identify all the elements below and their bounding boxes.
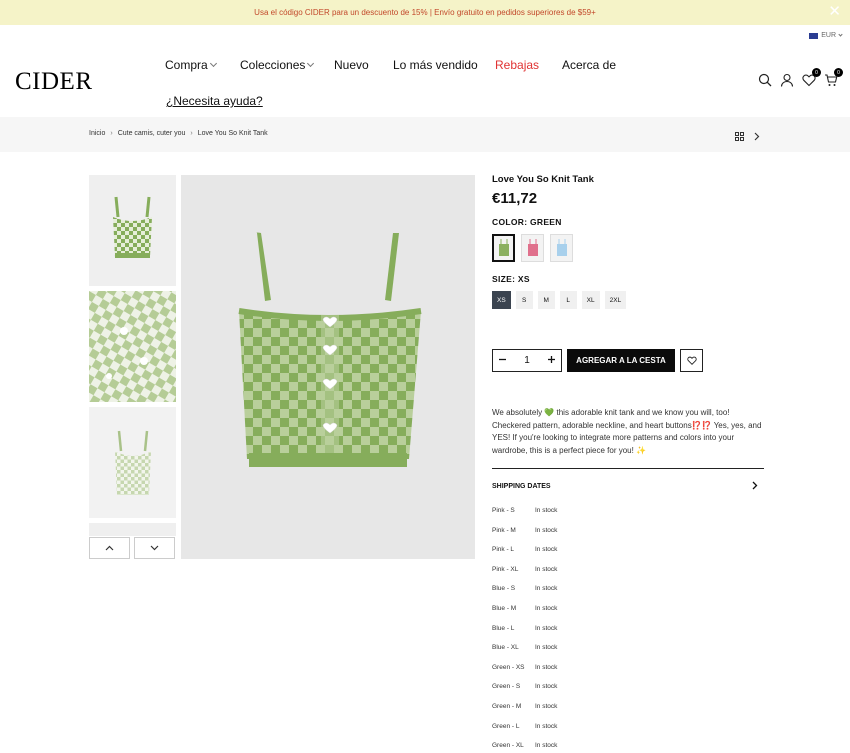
chevron-down-icon bbox=[209, 59, 217, 68]
shipping-dates-toggle[interactable]: SHIPPING DATES bbox=[492, 481, 758, 492]
product-price: €11,72 bbox=[492, 190, 538, 207]
breadcrumb-current: Love You So Knit Tank bbox=[197, 130, 268, 137]
breadcrumb-home[interactable]: Inicio bbox=[89, 130, 105, 137]
thumbnail-navigation bbox=[89, 537, 179, 559]
currency-selector[interactable]: EUR bbox=[809, 31, 843, 39]
chevron-right-icon bbox=[752, 481, 758, 492]
chevron-down-icon bbox=[838, 31, 843, 37]
list-item: Green - M In stock bbox=[492, 703, 558, 710]
list-item: Green - XS In stock bbox=[492, 663, 558, 671]
nav-item-colecciones[interactable]: Colecciones bbox=[240, 58, 315, 72]
quantity-value[interactable]: 1 bbox=[524, 355, 530, 366]
list-item: Pink - L In stock bbox=[492, 546, 558, 554]
eu-flag-icon bbox=[809, 32, 819, 39]
nav-item-mas-vendido[interactable]: Lo más vendido bbox=[393, 58, 478, 72]
help-link[interactable]: ¿Necesita ayuda? bbox=[166, 94, 263, 108]
size-option-2xl[interactable]: 2XL bbox=[604, 291, 627, 309]
chevron-right-icon: › bbox=[190, 130, 193, 137]
cart-count-badge: 0 bbox=[834, 68, 843, 77]
add-to-cart-row: 1 AGREGAR A LA CESTA bbox=[492, 349, 703, 372]
breadcrumb-collection[interactable]: Cute camis, cuter you bbox=[118, 130, 186, 137]
main-product-image[interactable] bbox=[181, 175, 475, 559]
thumbnail-4[interactable] bbox=[89, 523, 176, 536]
user-icon[interactable] bbox=[780, 73, 794, 87]
list-item: Blue - XL In stock bbox=[492, 644, 558, 652]
breadcrumb-bar: Inicio › Cute camis, cuter you › Love Yo… bbox=[0, 117, 850, 152]
size-option-l[interactable]: L bbox=[559, 291, 577, 309]
size-label: SIZE: XS bbox=[492, 274, 530, 284]
size-option-m[interactable]: M bbox=[537, 291, 555, 309]
list-item: Green - XL In stock bbox=[492, 742, 558, 750]
heart-icon[interactable] bbox=[680, 349, 703, 372]
product-title: Love You So Knit Tank bbox=[492, 174, 594, 185]
list-item: Pink - XL In stock bbox=[492, 565, 558, 573]
thumbnail-2[interactable] bbox=[89, 291, 176, 402]
add-to-cart-button[interactable]: AGREGAR A LA CESTA bbox=[567, 349, 675, 372]
list-item: Blue - S In stock bbox=[492, 585, 558, 593]
next-product-icon[interactable] bbox=[754, 128, 760, 146]
thumbnail-3[interactable] bbox=[89, 407, 176, 518]
search-icon[interactable] bbox=[758, 73, 772, 87]
thumbnail-1[interactable] bbox=[89, 175, 176, 286]
divider bbox=[492, 468, 764, 469]
color-swatch-pink[interactable] bbox=[521, 234, 544, 262]
list-item: Pink - S In stock bbox=[492, 507, 558, 514]
nav-item-label: Acerca de bbox=[562, 58, 617, 72]
list-item: Blue - M In stock bbox=[492, 605, 558, 612]
thumbnail-next-button[interactable] bbox=[134, 537, 175, 559]
list-item: Blue - L In stock bbox=[492, 624, 558, 632]
chevron-down-icon bbox=[307, 59, 315, 68]
shipping-dates-label: SHIPPING DATES bbox=[492, 483, 551, 490]
size-option-s[interactable]: S bbox=[515, 291, 533, 309]
color-swatches bbox=[492, 234, 764, 262]
close-icon[interactable]: ✕ bbox=[828, 4, 841, 19]
nav-item-label: Lo más vendido bbox=[393, 58, 478, 72]
color-label: COLOR: GREEN bbox=[492, 217, 562, 227]
nav-item-compra[interactable]: Compra bbox=[165, 58, 217, 72]
promo-text: Usa el código CIDER para un descuento de… bbox=[254, 8, 596, 17]
thumbnail-gallery bbox=[89, 175, 176, 541]
nav-item-label: Nuevo bbox=[334, 58, 369, 72]
header-icons: 0 0 bbox=[758, 68, 843, 87]
nav-item-label: Compra bbox=[165, 58, 208, 72]
currency-code: EUR bbox=[821, 32, 836, 39]
list-item: Green - S In stock bbox=[492, 683, 558, 691]
nav-item-rebajas[interactable]: Rebajas bbox=[495, 58, 539, 72]
logo[interactable]: CIDER bbox=[15, 68, 93, 96]
minus-icon[interactable] bbox=[499, 355, 506, 366]
grid-icon[interactable] bbox=[735, 128, 744, 146]
nav-item-label: Rebajas bbox=[495, 58, 540, 72]
nav-item-nuevo[interactable]: Nuevo bbox=[334, 58, 369, 72]
nav-item-label: Colecciones bbox=[240, 58, 306, 72]
product-info: Love You So Knit Tank €11,72 COLOR: GREE… bbox=[492, 174, 764, 749]
size-option-xl[interactable]: XL bbox=[581, 291, 600, 309]
breadcrumb: Inicio › Cute camis, cuter you › Love Yo… bbox=[89, 130, 268, 137]
chevron-right-icon: › bbox=[110, 130, 113, 137]
cart-icon[interactable]: 0 bbox=[824, 68, 843, 87]
color-swatch-blue[interactable] bbox=[550, 234, 573, 262]
promo-banner: Usa el código CIDER para un descuento de… bbox=[0, 0, 850, 25]
breadcrumb-tools bbox=[735, 128, 760, 146]
size-option-xs[interactable]: XS bbox=[492, 291, 511, 309]
quantity-stepper: 1 bbox=[492, 349, 562, 372]
size-options: XS S M L XL 2XL bbox=[492, 291, 764, 309]
nav-item-acerca-de[interactable]: Acerca de bbox=[562, 58, 616, 72]
color-swatch-green[interactable] bbox=[492, 234, 515, 262]
product-description: We absolutely 💚 this adorable knit tank … bbox=[492, 408, 762, 455]
list-item: Green - L In stock bbox=[492, 722, 558, 730]
plus-icon[interactable] bbox=[548, 355, 555, 366]
wishlist-count-badge: 0 bbox=[812, 68, 821, 77]
thumbnail-prev-button[interactable] bbox=[89, 537, 130, 559]
list-item: Pink - M In stock bbox=[492, 526, 558, 534]
wishlist-icon[interactable]: 0 bbox=[802, 68, 821, 87]
